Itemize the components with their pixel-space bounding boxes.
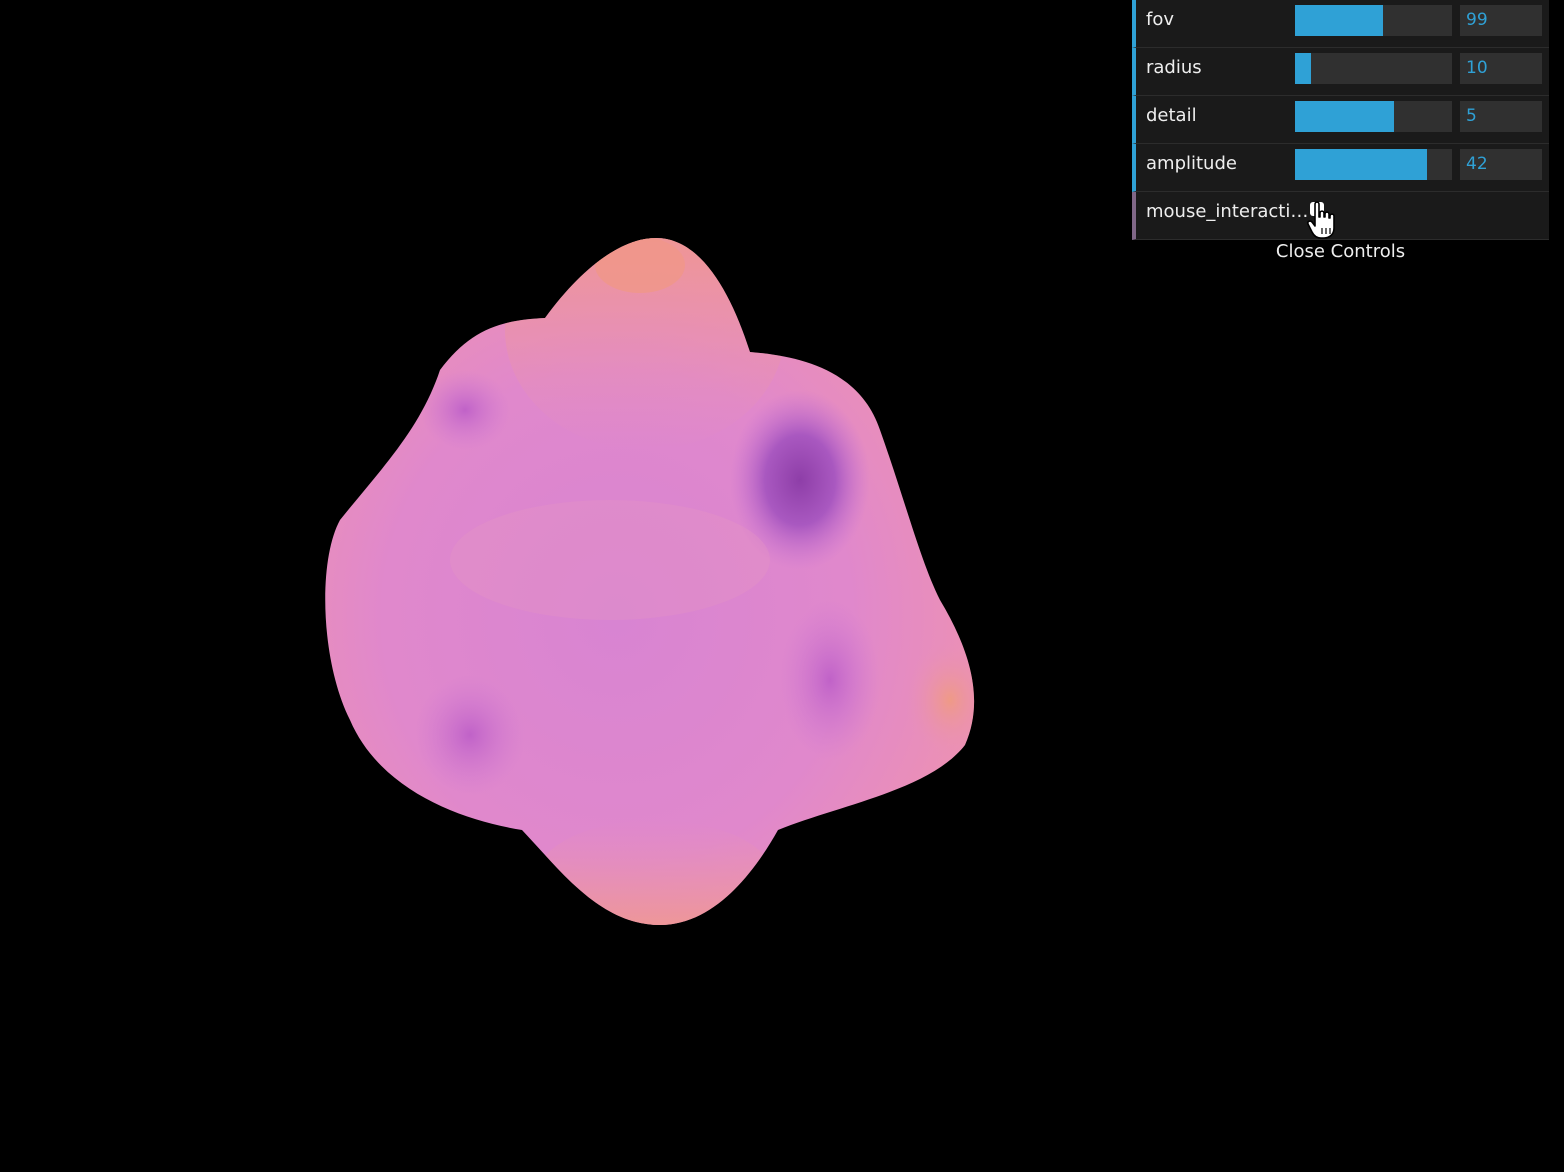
fov-control: fov 99 <box>1132 0 1549 48</box>
radius-control: radius 10 <box>1132 48 1549 96</box>
close-controls-button[interactable]: Close Controls <box>1132 237 1549 267</box>
controls-panel: fov 99 radius 10 detail 5 amplitude 42 m… <box>1132 0 1549 240</box>
radius-value-input[interactable]: 10 <box>1460 53 1542 84</box>
fov-slider[interactable] <box>1295 5 1452 36</box>
mouse-interaction-control: mouse_interacti… <box>1132 192 1549 240</box>
fov-slider-fill <box>1295 5 1383 36</box>
radius-slider-fill <box>1295 53 1311 84</box>
detail-value-input[interactable]: 5 <box>1460 101 1542 132</box>
detail-label: detail <box>1146 105 1197 126</box>
amplitude-control: amplitude 42 <box>1132 144 1549 192</box>
radius-label: radius <box>1146 57 1202 78</box>
amplitude-value-input[interactable]: 42 <box>1460 149 1542 180</box>
hand-pointer-icon <box>1307 201 1335 239</box>
amplitude-slider-fill <box>1295 149 1427 180</box>
detail-control: detail 5 <box>1132 96 1549 144</box>
detail-slider[interactable] <box>1295 101 1452 132</box>
detail-slider-fill <box>1295 101 1394 132</box>
fov-value-input[interactable]: 99 <box>1460 5 1542 36</box>
amplitude-label: amplitude <box>1146 153 1237 174</box>
radius-slider[interactable] <box>1295 53 1452 84</box>
fov-label: fov <box>1146 9 1175 30</box>
amplitude-slider[interactable] <box>1295 149 1452 180</box>
mouse-interaction-label: mouse_interacti… <box>1146 201 1309 222</box>
